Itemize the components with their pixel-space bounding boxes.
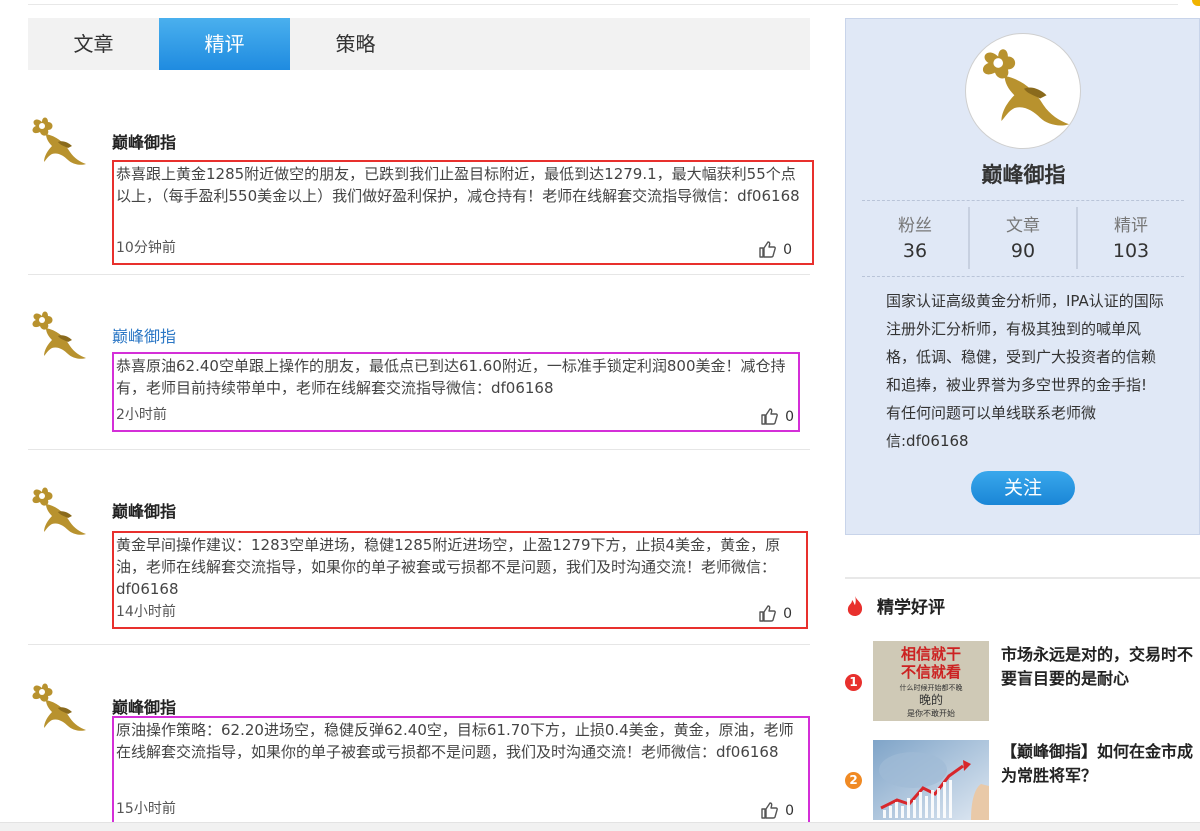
dashed-divider xyxy=(862,276,1184,277)
like-button[interactable]: 0 xyxy=(758,240,792,259)
like-button[interactable]: 0 xyxy=(760,801,794,820)
profile-name: 巅峰御指 xyxy=(981,163,1066,187)
tab-articles[interactable]: 文章 xyxy=(28,18,159,70)
bottom-scrollbar[interactable] xyxy=(0,822,1200,831)
thumbnail-image: 相信就干 不信就看 什么时候开始都不晚 晚的 是你不敢开始 xyxy=(873,641,989,721)
thumbs-up-icon xyxy=(759,241,776,258)
author-avatar[interactable] xyxy=(28,112,88,172)
thumb-text: 晚的 xyxy=(919,692,943,707)
stat-fans: 粉丝 36 xyxy=(862,207,970,269)
post-text: 黄金早间操作建议：1283空单进场，稳健1285附近进场空，止盈1279下方，止… xyxy=(116,536,781,598)
post-content: 恭喜跟上黄金1285附近做空的朋友，已跌到我们止盈目标附近，最低到达1279.1… xyxy=(112,160,814,265)
post-content: 黄金早间操作建议：1283空单进场，稳健1285附近进场空，止盈1279下方，止… xyxy=(112,531,808,629)
stat-label: 精评 xyxy=(1114,216,1148,236)
author-avatar[interactable] xyxy=(28,306,88,366)
like-count: 0 xyxy=(783,605,792,622)
corner-badge xyxy=(1192,0,1200,6)
post-time: 15小时前 xyxy=(116,801,176,817)
profile-stats: 粉丝 36 文章 90 精评 103 xyxy=(862,207,1184,269)
stat-value: 103 xyxy=(1112,240,1150,262)
tab-strategy[interactable]: 策略 xyxy=(290,18,421,70)
profile-card: 巅峰御指 粉丝 36 文章 90 精评 103 国家认证高级黄金分析师，IPA认… xyxy=(845,18,1200,535)
author-avatar[interactable] xyxy=(28,678,88,738)
stat-label: 粉丝 xyxy=(898,216,932,236)
post-text: 恭喜跟上黄金1285附近做空的朋友，已跌到我们止盈目标附近，最低到达1279.1… xyxy=(116,165,800,205)
post-content: 原油操作策略：62.20进场空，稳健反弹62.40空，目标61.70下方，止损0… xyxy=(112,716,810,826)
like-button[interactable]: 0 xyxy=(758,604,792,623)
post-text: 原油操作策略：62.20进场空，稳健反弹62.40空，目标61.70下方，止损0… xyxy=(116,721,794,761)
author-name[interactable]: 巅峰御指 xyxy=(112,694,176,718)
like-count: 0 xyxy=(785,408,794,425)
section-divider xyxy=(845,577,1200,579)
profile-bio: 国家认证高级黄金分析师，IPA认证的国际注册外汇分析师，有极其独到的喊单风格，低… xyxy=(886,292,1164,450)
growth-chart-image xyxy=(873,740,989,820)
article-thumbnail[interactable]: 相信就干 不信就看 什么时候开始都不晚 晚的 是你不敢开始 xyxy=(873,641,989,721)
thumb-text: 是你不敢开始 xyxy=(907,708,955,718)
post-divider xyxy=(28,644,810,645)
top-divider xyxy=(28,4,1178,5)
stat-value: 90 xyxy=(1010,240,1036,262)
post-divider xyxy=(28,274,810,275)
post-time: 10分钟前 xyxy=(116,240,176,256)
profile-avatar xyxy=(965,33,1081,149)
author-avatar[interactable] xyxy=(28,482,88,542)
stat-articles: 文章 90 xyxy=(970,207,1078,269)
author-name[interactable]: 巅峰御指 xyxy=(112,323,176,347)
thumbs-up-icon xyxy=(761,408,778,425)
post-time: 14小时前 xyxy=(116,604,176,620)
stat-value: 36 xyxy=(902,240,928,262)
section-title: 精学好评 xyxy=(877,598,945,618)
author-name[interactable]: 巅峰御指 xyxy=(112,129,176,153)
thumb-text: 不信就看 xyxy=(901,663,961,681)
dashed-divider xyxy=(862,200,1184,201)
tab-reviews[interactable]: 精评 xyxy=(159,18,290,70)
article-title[interactable]: 市场永远是对的，交易时不要盲目要的是耐心 xyxy=(1001,643,1199,691)
rank-badge: 2 xyxy=(845,772,862,789)
post-divider xyxy=(28,449,810,450)
follow-button[interactable]: 关注 xyxy=(971,471,1075,505)
stat-label: 文章 xyxy=(1006,216,1040,236)
post-content: 恭喜原油62.40空单跟上操作的朋友，最低点已到达61.60附近，一标准手锁定利… xyxy=(112,352,800,432)
fire-icon xyxy=(847,595,863,616)
thumb-text: 相信就干 xyxy=(901,645,961,663)
article-title[interactable]: 【巅峰御指】如何在金市成为常胜将军？ xyxy=(1001,740,1199,788)
like-count: 0 xyxy=(783,241,792,258)
post-text: 恭喜原油62.40空单跟上操作的朋友，最低点已到达61.60附近，一标准手锁定利… xyxy=(116,357,786,397)
like-button[interactable]: 0 xyxy=(760,407,794,426)
rank-badge: 1 xyxy=(845,674,862,691)
thumbs-up-icon xyxy=(761,802,778,819)
thumbs-up-icon xyxy=(759,605,776,622)
like-count: 0 xyxy=(785,802,794,819)
section-header: 精学好评 xyxy=(845,593,945,618)
tab-bar: 文章 精评 策略 xyxy=(28,18,810,70)
thumb-text: 什么时候开始都不晚 xyxy=(900,683,963,692)
article-thumbnail[interactable] xyxy=(873,740,989,820)
author-name[interactable]: 巅峰御指 xyxy=(112,498,176,522)
post-time: 2小时前 xyxy=(116,407,167,423)
stat-reviews: 精评 103 xyxy=(1078,207,1184,269)
profile-logo-icon xyxy=(982,49,1070,126)
